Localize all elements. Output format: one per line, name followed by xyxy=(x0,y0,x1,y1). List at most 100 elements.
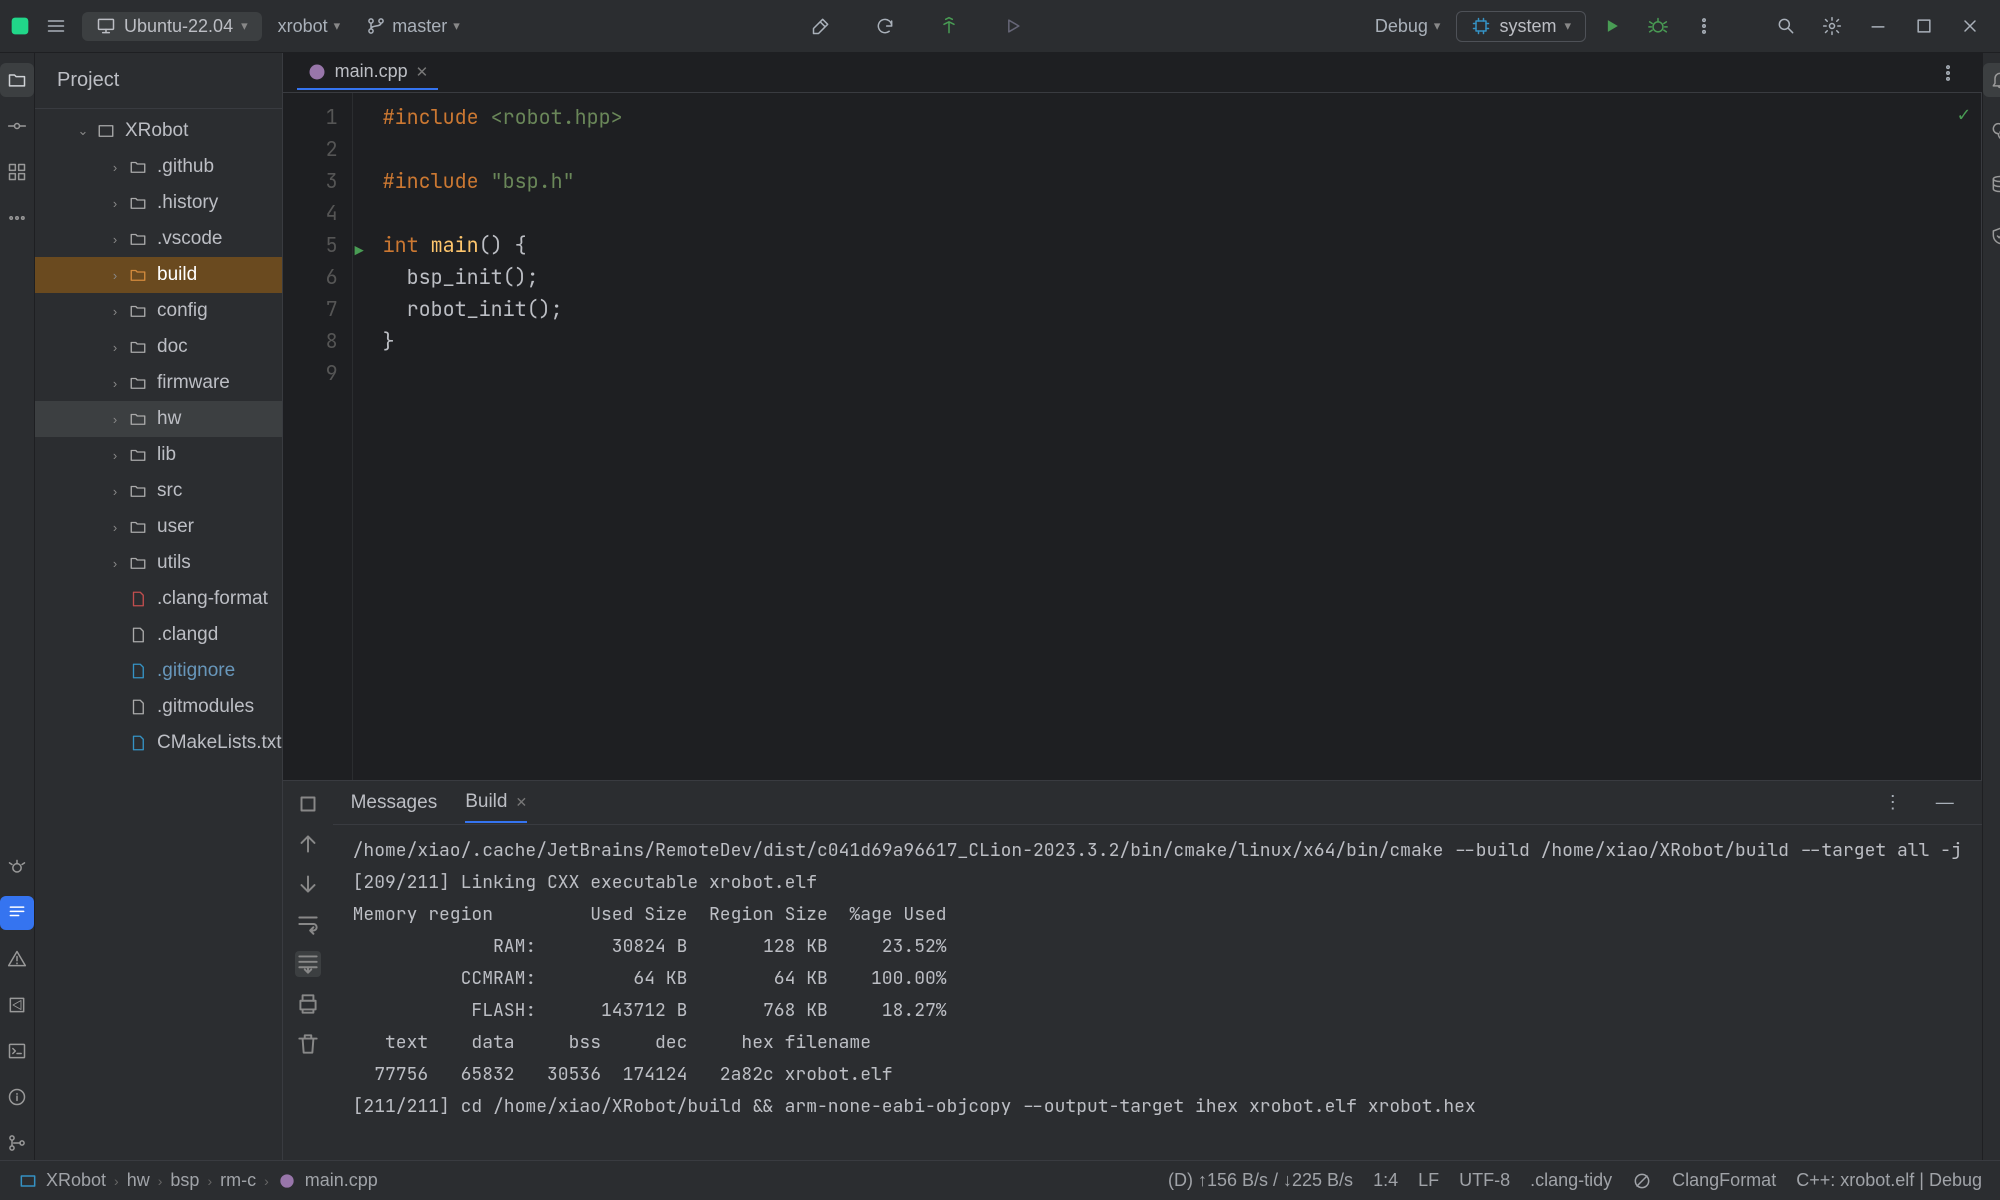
maximize-button[interactable] xyxy=(1904,12,1944,40)
msg-clear-button[interactable] xyxy=(295,1031,321,1057)
msg-down-button[interactable] xyxy=(295,871,321,897)
chevron-right-icon: › xyxy=(107,340,123,355)
tree-file[interactable]: .clang-format xyxy=(35,581,282,617)
run-button[interactable] xyxy=(1592,12,1632,40)
tree-folder[interactable]: › build xyxy=(35,257,282,293)
project-panel-title: Project xyxy=(57,69,119,92)
gutter-run-icon[interactable]: ▶ xyxy=(355,235,364,267)
events-tool-button[interactable] xyxy=(0,1080,34,1114)
more-tools-button[interactable] xyxy=(0,201,34,235)
sync-button[interactable] xyxy=(865,12,905,40)
spiral-icon xyxy=(1990,122,2000,142)
breadcrumb[interactable]: XRobot› hw› bsp› rm-c› main.cpp xyxy=(18,1170,378,1191)
code-content[interactable]: #include <robot.hpp> #include "bsp.h" in… xyxy=(353,93,1982,780)
tree-folder[interactable]: › .vscode xyxy=(35,221,282,257)
folder-icon xyxy=(129,410,147,428)
tree-item-label: .vscode xyxy=(157,228,222,250)
run-config-selector[interactable]: system▾ xyxy=(1456,11,1586,42)
messages-tool-button[interactable] xyxy=(0,896,34,930)
coverage-tool-button[interactable] xyxy=(1983,219,2000,253)
status-position[interactable]: 1:4 xyxy=(1373,1170,1398,1191)
tree-file[interactable]: CMakeLists.txt xyxy=(35,725,282,761)
tree-file[interactable]: .gitmodules xyxy=(35,689,282,725)
msg-stop-button[interactable] xyxy=(295,791,321,817)
remote-os-pill[interactable]: Ubuntu-22.04 ▾ xyxy=(82,12,262,41)
messages-hide-button[interactable]: — xyxy=(1926,788,1964,817)
search-everywhere-button[interactable] xyxy=(1766,12,1806,40)
database-tool-button[interactable] xyxy=(1983,167,2000,201)
folder-icon xyxy=(129,482,147,500)
tree-folder[interactable]: › config xyxy=(35,293,282,329)
cpp-file-icon xyxy=(277,1171,297,1191)
tree-item-label: build xyxy=(157,264,197,286)
kebab-icon xyxy=(1694,16,1714,36)
messages-tab-build[interactable]: Build✕ xyxy=(465,783,527,823)
tree-folder[interactable]: › hw xyxy=(35,401,282,437)
folder-icon xyxy=(129,266,147,284)
notifications-button[interactable] xyxy=(1983,63,2000,97)
chevron-right-icon: › xyxy=(107,304,123,319)
tree-folder[interactable]: › .github xyxy=(35,149,282,185)
ai-tool-button[interactable] xyxy=(1983,115,2000,149)
tree-file[interactable]: .gitignore xyxy=(35,653,282,689)
debug-config-selector[interactable]: Debug▾ xyxy=(1365,12,1451,41)
tree-folder[interactable]: › lib xyxy=(35,437,282,473)
problems-tool-button[interactable] xyxy=(0,942,34,976)
run-small-button[interactable] xyxy=(993,12,1033,40)
tree-folder[interactable]: › .history xyxy=(35,185,282,221)
status-line-ending[interactable]: LF xyxy=(1418,1170,1439,1191)
tree-file[interactable]: .clangd xyxy=(35,617,282,653)
msg-softwrap-button[interactable] xyxy=(295,911,321,937)
hammer-build-button[interactable] xyxy=(801,12,841,40)
project-tree[interactable]: ⌄ XRobot › .github› .history› .vscode› b… xyxy=(35,109,282,1160)
chevron-right-icon: › xyxy=(107,448,123,463)
chip-icon xyxy=(1471,16,1491,36)
tree-folder[interactable]: › utils xyxy=(35,545,282,581)
tree-folder[interactable]: › user xyxy=(35,509,282,545)
more-run-button[interactable] xyxy=(1684,12,1724,40)
vcs-tool-button[interactable] xyxy=(0,1126,34,1160)
tree-root-label: XRobot xyxy=(125,120,188,142)
tree-folder[interactable]: › doc xyxy=(35,329,282,365)
structure-tool-button[interactable] xyxy=(0,155,34,189)
msg-print-button[interactable] xyxy=(295,991,321,1017)
kebab-icon xyxy=(1938,63,1958,83)
status-formatter[interactable]: ClangFormat xyxy=(1672,1170,1776,1191)
inspection-ok-icon[interactable]: ✓ xyxy=(1958,101,1970,127)
build-output[interactable]: /home/xiao/.cache/JetBrains/RemoteDev/di… xyxy=(333,825,1982,1160)
tree-folder[interactable]: › src xyxy=(35,473,282,509)
right-tool-rail xyxy=(1982,53,2000,1160)
settings-button[interactable] xyxy=(1812,12,1852,40)
tree-folder[interactable]: › firmware xyxy=(35,365,282,401)
bell-icon xyxy=(1990,70,2000,90)
code-editor[interactable]: ✓ 1234 5▶ 6789 #include <robot.hpp> #inc… xyxy=(283,93,1982,780)
tab-close-button[interactable]: ✕ xyxy=(515,794,527,810)
flash-button[interactable] xyxy=(929,12,969,40)
tab-menu-button[interactable] xyxy=(1928,59,1968,87)
tab-close-button[interactable]: ✕ xyxy=(416,63,429,81)
project-selector[interactable]: xrobot▾ xyxy=(268,12,351,41)
debug-button[interactable] xyxy=(1638,12,1678,40)
commit-tool-button[interactable] xyxy=(0,109,34,143)
terminal-tool-button[interactable] xyxy=(0,1034,34,1068)
editor-tab-main[interactable]: main.cpp ✕ xyxy=(297,55,439,90)
minimize-button[interactable] xyxy=(1858,12,1898,40)
project-tool-button[interactable] xyxy=(0,63,34,97)
titlebar: Ubuntu-22.04 ▾ xrobot▾ master▾ Debug▾ sy… xyxy=(0,0,2000,53)
status-network[interactable]: (D) ↑156 B/s / ↓225 B/s xyxy=(1168,1170,1353,1191)
messages-menu-button[interactable]: ⋮ xyxy=(1874,788,1912,817)
msg-up-button[interactable] xyxy=(295,831,321,857)
close-window-button[interactable] xyxy=(1950,12,1990,40)
status-clang-tidy[interactable]: .clang-tidy xyxy=(1530,1170,1612,1191)
run-tool-button[interactable] xyxy=(0,988,34,1022)
status-target[interactable]: C++: xrobot.elf | Debug xyxy=(1796,1170,1982,1191)
main-menu-button[interactable] xyxy=(36,12,76,40)
tree-root[interactable]: ⌄ XRobot xyxy=(35,113,282,149)
status-encoding[interactable]: UTF-8 xyxy=(1459,1170,1510,1191)
commit-icon xyxy=(7,116,27,136)
git-branch-selector[interactable]: master▾ xyxy=(356,12,470,41)
git-icon xyxy=(7,1133,27,1153)
debug-tool-button[interactable] xyxy=(0,850,34,884)
messages-tab-messages[interactable]: Messages xyxy=(351,784,438,822)
msg-scroll-button[interactable] xyxy=(295,951,321,977)
